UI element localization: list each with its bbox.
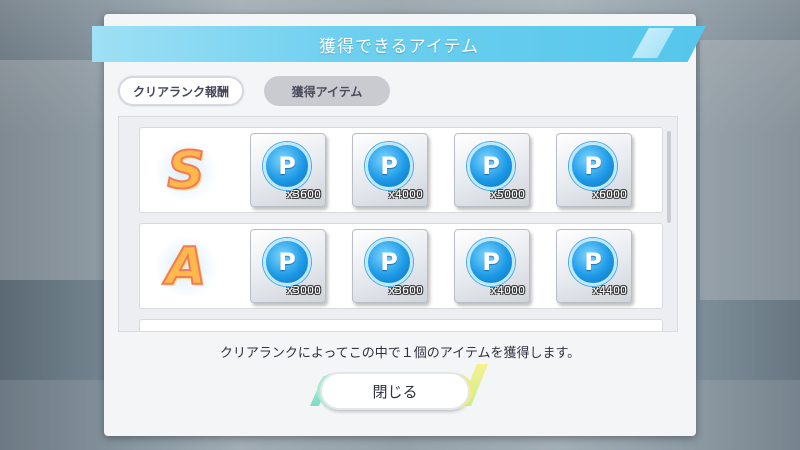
reward-note: クリアランクによってこの中で１個のアイテムを獲得します。 — [219, 346, 581, 361]
reward-item[interactable]: P x3600 — [250, 133, 326, 207]
p-coin-icon: P — [365, 142, 413, 190]
dialog-title: 獲得できるアイテム — [319, 36, 479, 57]
reward-list[interactable]: S P x3600 P x4000 P x5000 P x6000 A P x3… — [118, 116, 678, 332]
tab-clear-rank-reward[interactable]: クリアランク報酬 — [118, 76, 244, 106]
rank-letter: A — [165, 236, 207, 298]
reward-item[interactable]: P x4000 — [352, 133, 428, 207]
item-quantity: x4000 — [388, 188, 423, 201]
p-coin-icon: P — [467, 142, 515, 190]
rank-letter: S — [166, 140, 205, 202]
item-quantity: x5000 — [490, 188, 525, 201]
reward-item[interactable]: P x6000 — [556, 133, 632, 207]
dialog-title-bar: 獲得できるアイテム — [92, 26, 706, 62]
item-quantity: x3600 — [388, 284, 423, 297]
reward-item[interactable]: P x5000 — [454, 133, 530, 207]
rank-row-s: S P x3600 P x4000 P x5000 P x6000 — [139, 127, 663, 213]
p-coin-icon: P — [467, 238, 515, 286]
reward-item[interactable]: P x4000 — [454, 229, 530, 303]
reward-item[interactable]: P x4400 — [556, 229, 632, 303]
p-coin-icon: P — [365, 238, 413, 286]
item-quantity: x6000 — [592, 188, 627, 201]
p-coin-icon: P — [569, 142, 617, 190]
item-quantity: x3000 — [286, 284, 321, 297]
obtainable-items-dialog: 獲得できるアイテム クリアランク報酬 獲得アイテム S P x3600 P x4… — [92, 14, 706, 436]
list-scrollbar[interactable] — [667, 131, 671, 223]
item-quantity: x3600 — [286, 188, 321, 201]
reward-item[interactable]: P x3600 — [352, 229, 428, 303]
rank-row-a: A P x3000 P x3600 P x4000 P x4400 — [139, 223, 663, 309]
close-button[interactable]: 閉じる — [320, 372, 470, 410]
rank-a-badge: A — [146, 228, 226, 306]
rank-row-next — [139, 319, 663, 331]
tab-obtained-items[interactable]: 獲得アイテム — [264, 76, 390, 106]
p-coin-icon: P — [263, 142, 311, 190]
p-coin-icon: P — [263, 238, 311, 286]
item-quantity: x4400 — [592, 284, 627, 297]
p-coin-icon: P — [569, 238, 617, 286]
reward-item[interactable]: P x3000 — [250, 229, 326, 303]
item-quantity: x4000 — [490, 284, 525, 297]
rank-s-badge: S — [146, 132, 226, 210]
